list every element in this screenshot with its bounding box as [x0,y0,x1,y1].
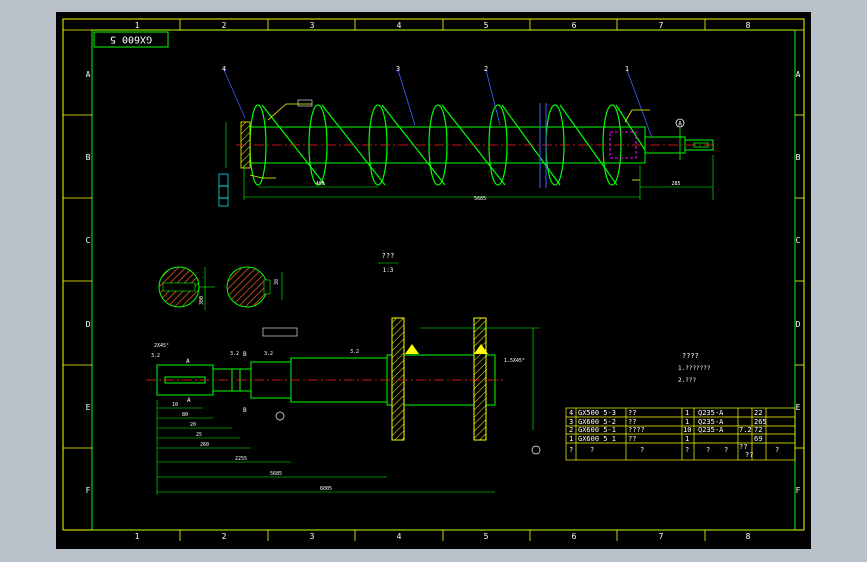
row-label: D [86,320,91,329]
col-label: 8 [746,21,751,30]
bom-header: ? [775,446,779,454]
col-label: 2 [222,21,227,30]
flange-left [391,317,405,441]
bom-cell: 3 [569,418,573,426]
bom-header: ? [590,446,594,454]
bom-cell: ?? [628,409,636,417]
shaft-dim: 20 [190,422,196,428]
row-label: A [796,70,801,79]
bom-cell: ?? [628,418,636,426]
bom-cell: 72 [754,426,762,434]
chamfer-note: 1.5X45° [504,358,525,364]
row-label: B [86,153,91,162]
flange-right [473,317,487,441]
bom-cell: 7.2 [739,426,752,434]
bom-cell: 1 [685,435,689,443]
dim-end-length: 285 [671,181,680,187]
col-label: 4 [397,21,402,30]
roughness: 3.2 [151,353,160,359]
bom-cell: Q235-A [698,418,724,426]
col-label: 7 [659,532,664,541]
part-balloon: 1 [625,65,629,73]
bom-cell: 265 [754,418,767,426]
datum-label: B [243,351,247,358]
bom-cell: 69 [754,435,762,443]
bom-header: ? [640,446,644,454]
bom-cell: 1 [569,435,573,443]
bom-cell: GX600 5-2 [578,418,616,426]
col-label: 3 [310,21,315,30]
col-label: 8 [746,532,751,541]
notes-line: 1.??????? [678,365,711,372]
bom-cell: Q235-A [698,426,724,434]
part-balloon: 4 [222,65,226,73]
bom-cell: Q235-A [698,409,724,417]
view-scale: 1:3 [383,267,394,274]
row-label: E [86,403,91,412]
bom-cell: 10 [683,426,691,434]
col-label: 6 [572,532,577,541]
bom-cell: GX600 5 1 [578,435,616,443]
roughness: 3.2 [350,349,359,355]
shaft-dim: 5685 [270,471,282,477]
row-label: C [86,236,91,245]
drawing-id: GX600 5 [110,34,152,45]
col-label: 1 [135,532,140,541]
col-label: 1 [135,21,140,30]
datum-label: B [243,407,247,414]
roughness: 3.2 [230,351,239,357]
row-label: A [86,70,91,79]
row-label: E [796,403,801,412]
col-label: 3 [310,532,315,541]
notes-line: 2.??? [678,377,696,384]
part-balloon: 3 [396,65,400,73]
bom-header: ? [569,446,573,454]
section-marker-label: A [678,121,682,128]
bom-header: ? [724,446,728,454]
row-label: F [86,486,91,495]
col-label: 5 [484,21,489,30]
view-title: ??? [382,252,395,260]
section-dim: 38 [274,279,280,285]
bom-cell: 1 [685,418,689,426]
bom-header: ? [685,446,689,454]
section-circle-right [226,266,268,308]
roughness: 3.2 [264,351,273,357]
bom-header: ?? [739,443,747,451]
bom-cell: ?? [628,435,636,443]
bom-cell: GX600 5-1 [578,426,616,434]
row-label: B [796,153,801,162]
col-label: 5 [484,532,489,541]
chamfer-note: 2X45° [154,343,169,349]
shaft-dim: 10 [172,402,178,408]
shaft-dim: 2255 [235,456,247,462]
datum-label: A [187,397,191,404]
col-label: 6 [572,21,577,30]
bom-cell: 4 [569,409,573,417]
cad-drawing-viewport[interactable]: 1 2 3 4 5 6 7 8 1 2 3 4 5 6 7 8 A B C D … [0,0,867,562]
bom-cell: ???? [628,426,645,434]
bom-header: ?? [745,451,753,459]
row-label: C [796,236,801,245]
col-label: 7 [659,21,664,30]
bom-cell: GX500 5-3 [578,409,616,417]
datum-label: A [186,358,190,365]
row-label: D [796,320,801,329]
bom-cell: 22 [754,409,762,417]
part-balloon: 2 [484,65,488,73]
section-dim: 300 [199,296,205,305]
col-label: 4 [397,532,402,541]
shaft-dim: 80 [182,412,188,418]
bom-cell: 2 [569,426,573,434]
dim-pitch: 400 [315,181,324,187]
shaft-dim: 6005 [320,486,332,492]
shaft-dim: 260 [200,442,209,448]
notes-title: ???? [682,352,699,360]
bom-cell: 1 [685,409,689,417]
shaft-dim: 25 [196,432,202,438]
dim-total-length: 5685 [474,196,486,202]
bom-header: ? [706,446,710,454]
row-label: F [796,486,801,495]
col-label: 2 [222,532,227,541]
